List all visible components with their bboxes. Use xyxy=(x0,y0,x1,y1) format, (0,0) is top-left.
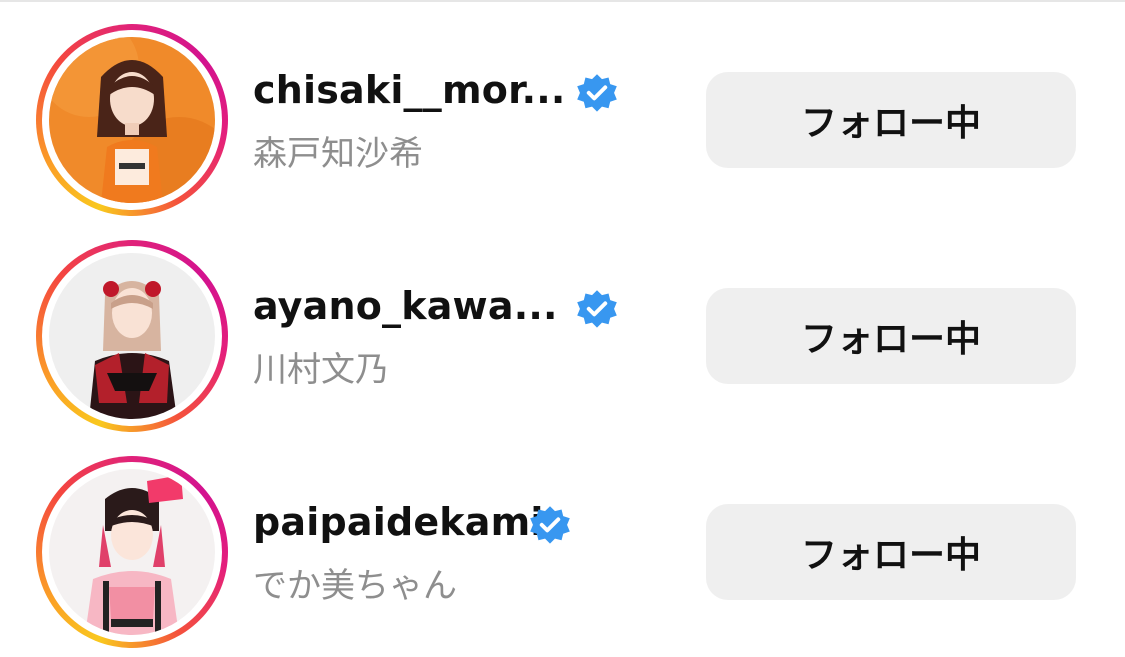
full-name: 森戸知沙希 xyxy=(253,134,423,174)
story-ring[interactable] xyxy=(36,24,228,216)
list-item: ayano_kawa... 川村文乃 フォロー中 xyxy=(0,236,1125,436)
username[interactable]: paipaidekami xyxy=(253,500,544,544)
avatar[interactable] xyxy=(49,253,215,419)
following-button[interactable]: フォロー中 xyxy=(706,504,1076,600)
avatar[interactable] xyxy=(49,37,215,203)
full-name: 川村文乃 xyxy=(253,350,389,390)
following-list: chisaki__mor... 森戸知沙希 フォロー中 ayano_kawa..… xyxy=(0,0,1125,657)
avatar-photo xyxy=(49,469,215,635)
story-ring[interactable] xyxy=(36,240,228,432)
story-ring[interactable] xyxy=(36,456,228,648)
verified-badge-icon xyxy=(528,504,572,548)
following-button[interactable]: フォロー中 xyxy=(706,72,1076,168)
avatar-photo xyxy=(49,37,215,203)
following-button[interactable]: フォロー中 xyxy=(706,288,1076,384)
avatar-photo xyxy=(49,253,215,419)
username[interactable]: chisaki__mor... xyxy=(253,68,566,112)
verified-badge-icon xyxy=(575,72,619,116)
avatar[interactable] xyxy=(49,469,215,635)
verified-badge-icon xyxy=(575,288,619,332)
list-item: paipaidekami でか美ちゃん フォロー中 xyxy=(0,452,1125,652)
full-name: でか美ちゃん xyxy=(253,566,457,606)
username[interactable]: ayano_kawa... xyxy=(253,284,558,328)
list-item: chisaki__mor... 森戸知沙希 フォロー中 xyxy=(0,20,1125,220)
